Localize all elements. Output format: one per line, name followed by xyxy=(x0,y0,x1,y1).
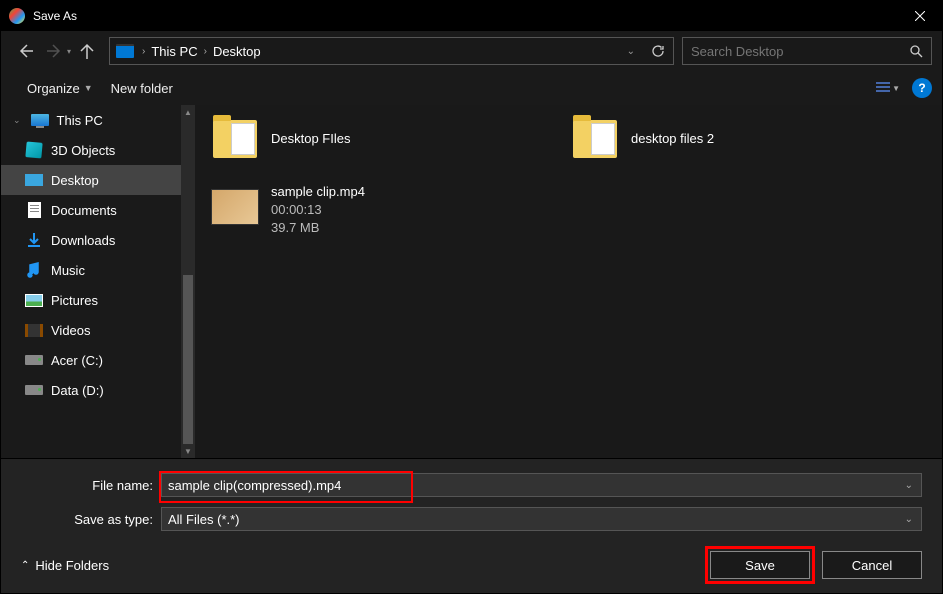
item-name: Desktop FIles xyxy=(271,130,350,148)
organize-label: Organize xyxy=(27,81,80,96)
sidebar-item-acer-c[interactable]: Acer (C:) xyxy=(1,345,181,375)
toolbar: Organize ▼ New folder ▼ ? xyxy=(1,71,942,105)
sidebar-item-data-d[interactable]: Data (D:) xyxy=(1,375,181,405)
sidebar-item-label: Music xyxy=(51,263,85,278)
video-thumbnail-icon xyxy=(211,189,259,225)
forward-button[interactable] xyxy=(41,37,69,65)
chevron-down-icon: ▼ xyxy=(84,83,93,93)
folder-icon xyxy=(573,120,617,158)
item-size: 39.7 MB xyxy=(271,219,365,237)
drive-icon xyxy=(25,355,43,365)
documents-icon xyxy=(28,202,41,218)
music-icon xyxy=(25,262,43,278)
save-as-dialog: Save As ▾ › This PC › Desktop ⌄ xyxy=(0,0,943,594)
up-button[interactable] xyxy=(73,37,101,65)
search-box[interactable] xyxy=(682,37,932,65)
hide-folders-label: Hide Folders xyxy=(35,558,109,573)
sidebar-item-label: Data (D:) xyxy=(51,383,104,398)
type-label: Save as type: xyxy=(21,512,161,527)
sidebar-item-pictures[interactable]: Pictures xyxy=(1,285,181,315)
refresh-button[interactable] xyxy=(643,44,673,58)
filename-field[interactable]: ⌄ xyxy=(161,473,922,497)
file-list[interactable]: Desktop FIles desktop files 2 sample cli… xyxy=(195,105,942,458)
organize-button[interactable]: Organize ▼ xyxy=(27,81,93,96)
close-button[interactable] xyxy=(897,1,942,31)
sidebar-item-desktop[interactable]: Desktop xyxy=(1,165,181,195)
body: ⌄ This PC 3D Objects Desktop Documents xyxy=(1,105,942,458)
filename-label: File name: xyxy=(21,478,161,493)
window-title: Save As xyxy=(33,9,897,23)
scroll-up-icon[interactable]: ▲ xyxy=(181,105,195,119)
sidebar-item-videos[interactable]: Videos xyxy=(1,315,181,345)
item-name: desktop files 2 xyxy=(631,130,714,148)
downloads-icon xyxy=(25,232,43,248)
item-name: sample clip.mp4 xyxy=(271,183,365,201)
filename-input[interactable] xyxy=(162,474,897,496)
sidebar-item-downloads[interactable]: Downloads xyxy=(1,225,181,255)
save-button[interactable]: Save xyxy=(710,551,810,579)
filename-dropdown-icon[interactable]: ⌄ xyxy=(897,480,921,491)
sidebar-item-label: 3D Objects xyxy=(51,143,115,158)
sidebar-item-label: Desktop xyxy=(51,173,99,188)
hide-folders-button[interactable]: ⌃ Hide Folders xyxy=(21,558,109,573)
expand-icon[interactable]: ⌄ xyxy=(13,115,21,126)
bottom-panel: File name: ⌄ Save as type: All Files (*.… xyxy=(1,458,942,593)
sidebar-item-label: This PC xyxy=(57,113,103,128)
navbar: ▾ › This PC › Desktop ⌄ xyxy=(1,31,942,71)
sidebar-item-label: Acer (C:) xyxy=(51,353,103,368)
sidebar-item-documents[interactable]: Documents xyxy=(1,195,181,225)
chrome-icon xyxy=(9,8,25,24)
pc-icon xyxy=(31,114,49,126)
address-bar[interactable]: › This PC › Desktop ⌄ xyxy=(109,37,674,65)
sidebar: ⌄ This PC 3D Objects Desktop Documents xyxy=(1,105,195,458)
sidebar-scrollbar[interactable]: ▲ ▼ xyxy=(181,105,195,458)
view-icon xyxy=(876,82,890,94)
scroll-thumb[interactable] xyxy=(183,275,193,444)
item-duration: 00:00:13 xyxy=(271,201,365,219)
sidebar-item-music[interactable]: Music xyxy=(1,255,181,285)
chevron-down-icon: ▼ xyxy=(892,84,900,93)
sidebar-item-label: Documents xyxy=(51,203,117,218)
sidebar-item-label: Downloads xyxy=(51,233,115,248)
cancel-button[interactable]: Cancel xyxy=(822,551,922,579)
scroll-down-icon[interactable]: ▼ xyxy=(181,444,195,458)
new-folder-button[interactable]: New folder xyxy=(111,81,173,96)
titlebar: Save As xyxy=(1,1,942,31)
sidebar-item-label: Videos xyxy=(51,323,91,338)
desktop-icon xyxy=(25,174,43,186)
list-item[interactable]: sample clip.mp4 00:00:13 39.7 MB xyxy=(211,183,511,238)
type-dropdown-icon[interactable]: ⌄ xyxy=(897,514,921,525)
3d-objects-icon xyxy=(25,141,42,158)
pictures-icon xyxy=(25,294,43,307)
videos-icon xyxy=(25,324,43,337)
pc-icon xyxy=(116,44,134,58)
list-item[interactable]: desktop files 2 xyxy=(571,115,871,163)
breadcrumb-this-pc[interactable]: This PC xyxy=(147,44,201,59)
list-item[interactable]: Desktop FIles xyxy=(211,115,511,163)
back-button[interactable] xyxy=(11,37,39,65)
sidebar-item-3d-objects[interactable]: 3D Objects xyxy=(1,135,181,165)
chevron-right-icon[interactable]: › xyxy=(140,46,147,57)
type-value: All Files (*.*) xyxy=(162,512,897,527)
help-button[interactable]: ? xyxy=(912,78,932,98)
sidebar-this-pc[interactable]: ⌄ This PC xyxy=(1,105,181,135)
folder-icon xyxy=(213,120,257,158)
view-button[interactable]: ▼ xyxy=(876,82,900,94)
drive-icon xyxy=(25,385,43,395)
chevron-right-icon[interactable]: › xyxy=(202,46,209,57)
chevron-up-icon: ⌃ xyxy=(21,560,29,571)
breadcrumb-desktop[interactable]: Desktop xyxy=(209,44,265,59)
address-dropdown-icon[interactable]: ⌄ xyxy=(619,46,643,57)
search-icon[interactable] xyxy=(909,44,923,58)
type-field[interactable]: All Files (*.*) ⌄ xyxy=(161,507,922,531)
search-input[interactable] xyxy=(691,44,909,59)
sidebar-item-label: Pictures xyxy=(51,293,98,308)
